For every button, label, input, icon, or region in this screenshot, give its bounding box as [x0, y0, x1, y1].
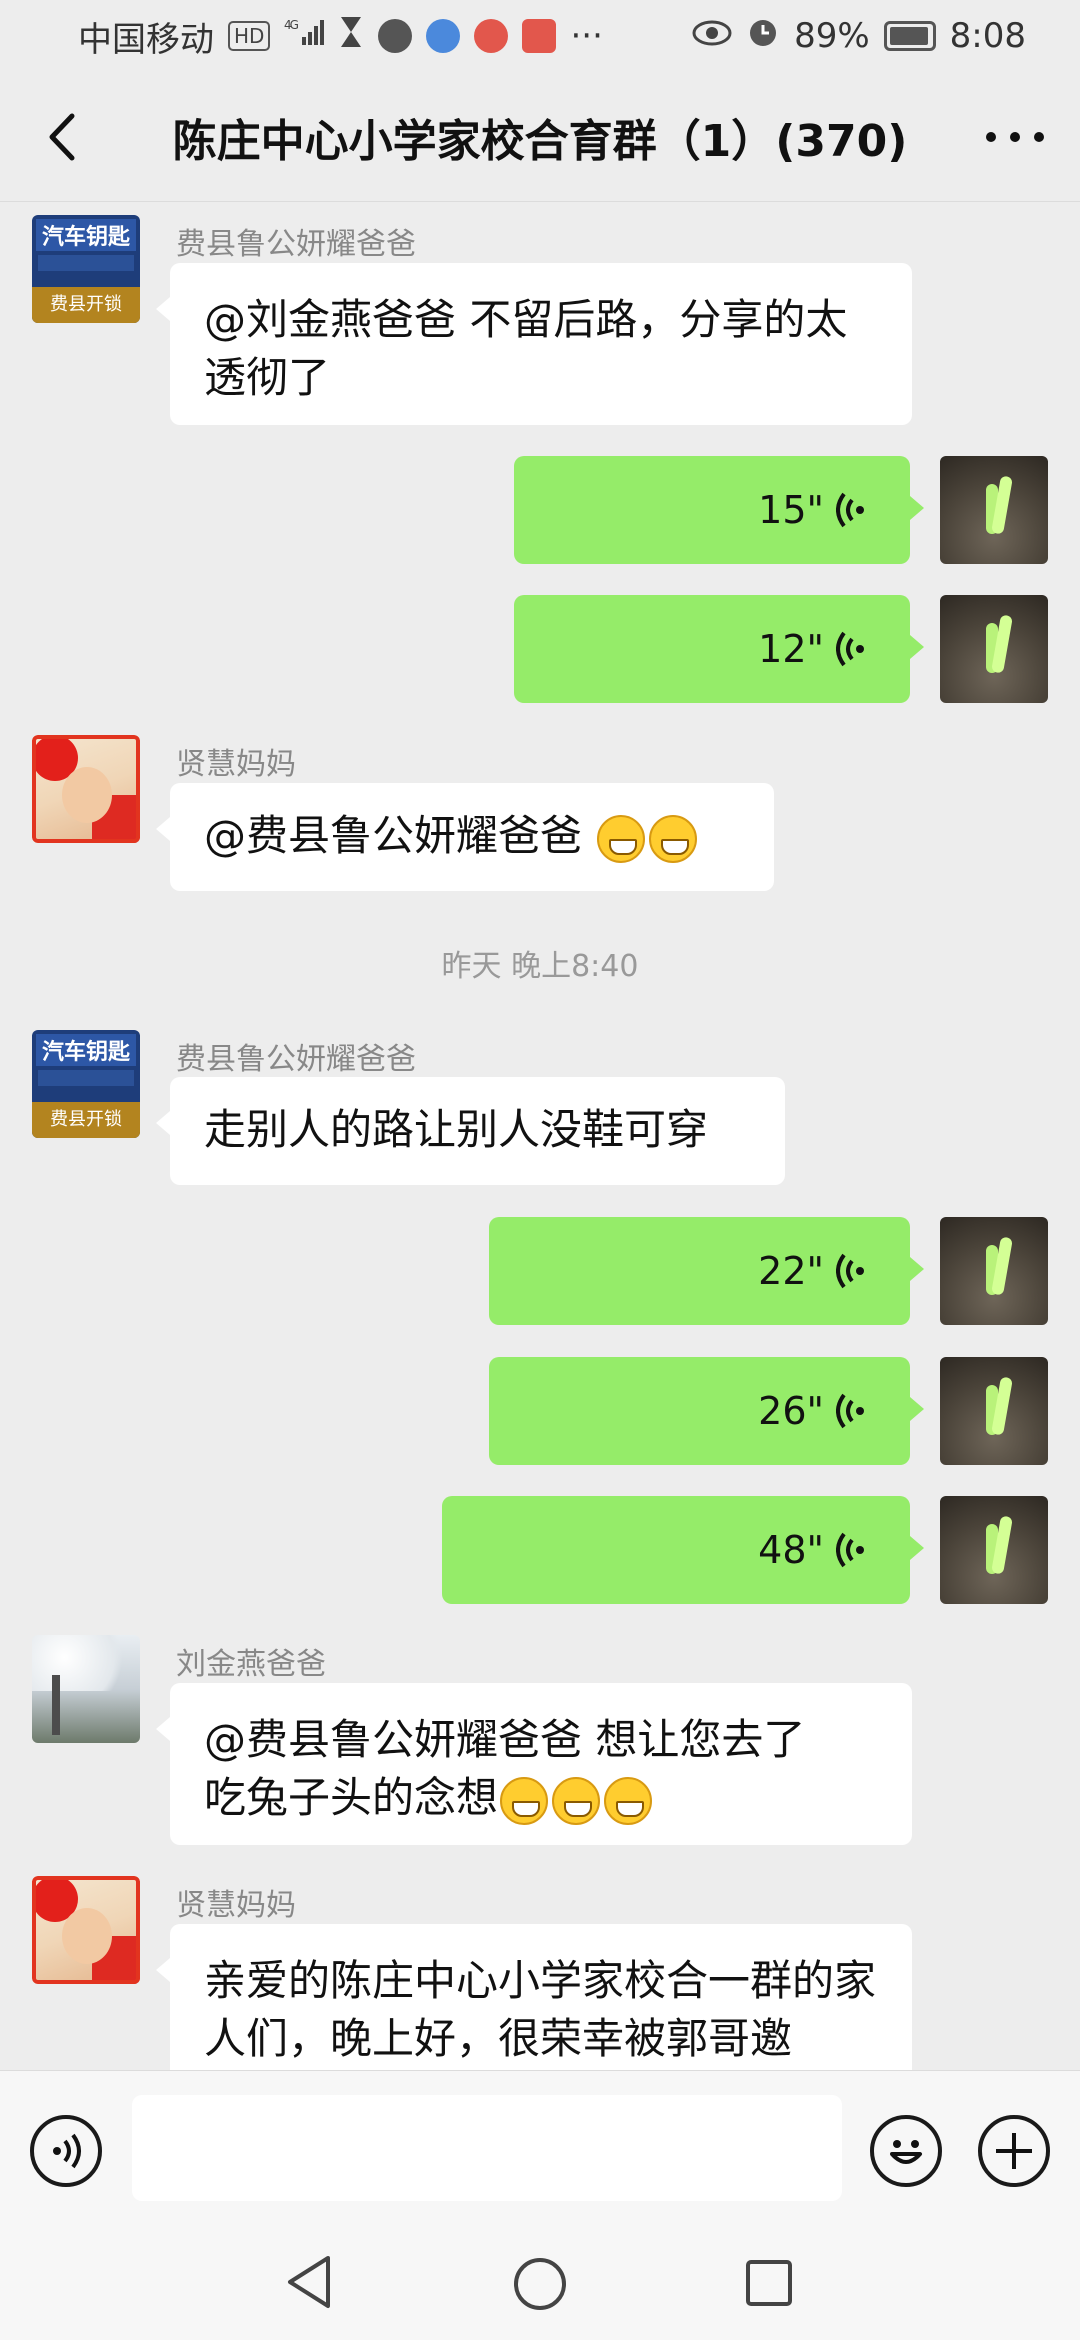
more-options-button[interactable] [984, 114, 1046, 160]
avatar[interactable] [32, 735, 140, 843]
smile-emoji-icon [604, 1776, 653, 1825]
voice-message-bubble[interactable]: 15" [514, 456, 924, 564]
voice-wave-icon [53, 2133, 81, 2169]
timestamp-divider: 昨天 晚上8:40 [441, 949, 639, 984]
status-right: 89% 8:08 [692, 15, 1026, 58]
message-text-line: 吃兔子头的念想 [204, 1773, 499, 1822]
more-notifications-icon: ··· [570, 16, 603, 56]
grin-emoji-icon [552, 1776, 601, 1825]
sender-name: 费县鲁公妍耀爸爸 [176, 227, 416, 262]
text-message-bubble[interactable]: @刘金燕爸爸 不留后路，分享的太透彻了 [156, 263, 912, 425]
chat-title: 陈庄中心小学家校合育群（1）(370) [172, 115, 908, 167]
hd-badge: HD [228, 21, 271, 51]
text-message-bubble[interactable]: 走别人的路让别人没鞋可穿 [156, 1077, 785, 1185]
grin-emoji-icon [649, 814, 698, 863]
voice-duration: 12" [758, 627, 824, 671]
voice-duration: 15" [758, 488, 824, 532]
chat-header: 陈庄中心小学家校合育群（1）(370) [0, 72, 1080, 202]
chevron-left-icon [49, 113, 75, 161]
clock-time: 8:08 [949, 16, 1026, 56]
voice-wave-icon [836, 1253, 864, 1289]
book-notification-icon [522, 19, 557, 53]
signal-icon: 4G [284, 17, 325, 55]
sender-name: 贤慧妈妈 [176, 747, 296, 782]
input-bar [0, 2070, 1080, 2230]
more-dots-icon [986, 132, 1044, 142]
avatar[interactable] [940, 595, 1048, 703]
voice-message-bubble[interactable]: 22" [489, 1217, 924, 1325]
grin-emoji-icon [500, 1776, 549, 1825]
podcast-notification-icon [474, 19, 509, 53]
voice-duration: 48" [758, 1528, 824, 1572]
voice-input-button[interactable] [30, 2115, 102, 2187]
sender-name: 刘金燕爸爸 [176, 1647, 326, 1682]
nav-recents-icon[interactable] [744, 2258, 794, 2308]
avatar-text: 费县开锁 [32, 287, 140, 323]
avatar[interactable] [32, 1635, 140, 1743]
chat-message-list[interactable]: 汽车钥匙 费县开锁 费县鲁公妍耀爸爸 @刘金燕爸爸 不留后路，分享的太透彻了 1… [0, 203, 1080, 2070]
message-notification-icon [426, 19, 461, 53]
hourglass-icon [338, 15, 364, 58]
voice-message-bubble[interactable]: 12" [514, 595, 924, 703]
status-left: 中国移动 HD 4G ··· [78, 12, 603, 61]
more-functions-button[interactable] [978, 2115, 1050, 2187]
battery-percent: 89% [794, 16, 870, 56]
avatar[interactable]: 汽车钥匙 费县开锁 [32, 1030, 140, 1138]
avatar-text: 费县开锁 [32, 1102, 140, 1138]
voice-wave-icon [836, 1532, 864, 1568]
battery-icon [883, 21, 936, 51]
back-button[interactable] [34, 110, 88, 164]
avatar-text: 汽车钥匙 [36, 1034, 136, 1066]
avatar[interactable] [940, 1357, 1048, 1465]
nav-home-icon[interactable] [512, 2256, 568, 2312]
voice-duration: 26" [758, 1389, 824, 1433]
voice-wave-icon [836, 631, 864, 667]
voice-wave-icon [836, 1393, 864, 1429]
avatar[interactable] [940, 456, 1048, 564]
avatar[interactable]: 汽车钥匙 费县开锁 [32, 215, 140, 323]
carrier-label: 中国移动 [78, 19, 214, 60]
alarm-icon [746, 15, 780, 58]
voice-message-bubble[interactable]: 48" [442, 1496, 924, 1604]
sender-name: 费县鲁公妍耀爸爸 [176, 1042, 416, 1077]
nav-back-icon[interactable] [284, 2254, 334, 2310]
message-text-line: @费县鲁公妍耀爸爸 想让您去了 [204, 1715, 806, 1764]
sender-name: 贤慧妈妈 [176, 1888, 296, 1923]
message-input[interactable] [132, 2095, 842, 2201]
grin-emoji-icon [597, 814, 646, 863]
text-message-bubble[interactable]: @费县鲁公妍耀爸爸 想让您去了 吃兔子头的念想 [156, 1683, 912, 1845]
avatar[interactable] [940, 1217, 1048, 1325]
message-text: @费县鲁公妍耀爸爸 [204, 811, 596, 860]
network-label: 4G [284, 18, 299, 32]
avatar[interactable] [940, 1496, 1048, 1604]
eye-icon [692, 16, 732, 56]
voice-message-bubble[interactable]: 26" [489, 1357, 924, 1465]
avatar-text: 汽车钥匙 [36, 219, 136, 251]
emoji-button[interactable] [870, 2115, 942, 2187]
app-notification-icon [378, 19, 413, 53]
avatar[interactable] [32, 1876, 140, 1984]
status-bar: 中国移动 HD 4G ··· 89% 8:08 [0, 0, 1080, 72]
text-message-bubble[interactable]: 亲爱的陈庄中心小学家校合一群的家人们，晚上好，很荣幸被郭哥邀 [156, 1924, 912, 2070]
smiley-icon [890, 2140, 922, 2164]
voice-wave-icon [836, 492, 864, 528]
plus-icon [996, 2133, 1032, 2169]
system-navigation-bar [0, 2230, 1080, 2340]
voice-duration: 22" [758, 1249, 824, 1293]
text-message-bubble[interactable]: @费县鲁公妍耀爸爸 [156, 783, 774, 891]
